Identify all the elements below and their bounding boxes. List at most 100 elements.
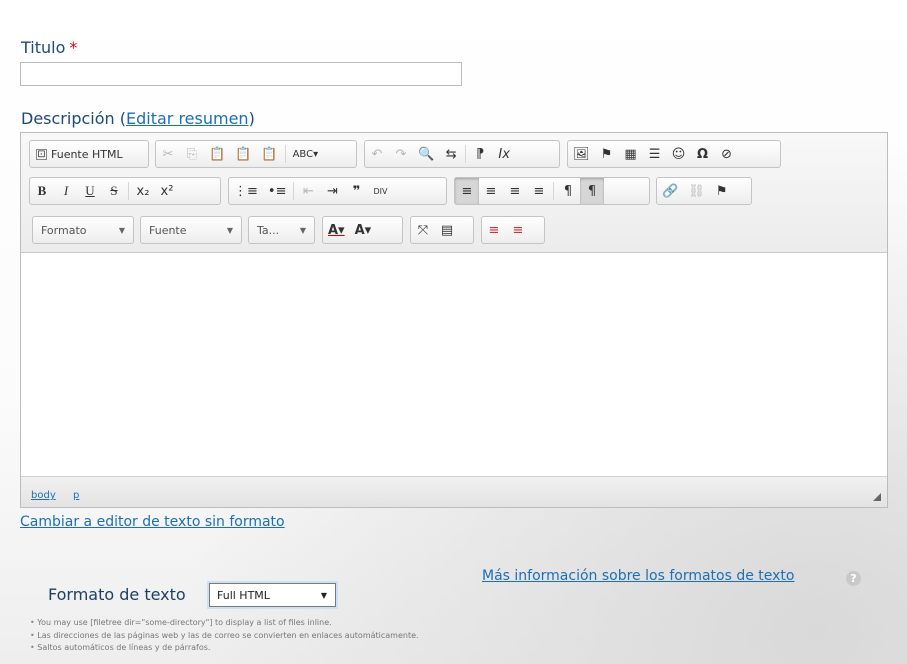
- superscript-icon[interactable]: x²: [155, 178, 179, 204]
- source-group: ⊡ Fuente HTML: [29, 140, 149, 168]
- horizontal-rule-icon[interactable]: ☰: [643, 141, 667, 167]
- insert-group: 🖼 ⚑ ▦ ☰ ☺ Ω ⊘: [567, 140, 781, 168]
- table-icon[interactable]: ▦: [619, 141, 643, 167]
- list-item: You may use [filetree dir="some-director…: [30, 617, 419, 630]
- format-painter-icon[interactable]: ⁋: [468, 141, 492, 167]
- bold-icon: B: [37, 183, 47, 198]
- spellcheck-icon[interactable]: ABC▾: [288, 141, 324, 167]
- align-right-icon[interactable]: ≡: [503, 178, 527, 204]
- list-item: Saltos automáticos de líneas y de párraf…: [30, 642, 419, 655]
- iframe-icon[interactable]: ⊘: [715, 141, 739, 167]
- bold-button[interactable]: B: [30, 178, 54, 204]
- path-body-link[interactable]: body: [31, 490, 56, 501]
- tools-group: ⤧ ▤: [410, 216, 474, 244]
- source-html-label: Fuente HTML: [51, 147, 123, 161]
- font-combo[interactable]: Fuente ▼: [140, 216, 242, 244]
- help-icon[interactable]: ?: [846, 571, 861, 586]
- path-p-link[interactable]: p: [73, 490, 79, 501]
- text-wrap-icon[interactable]: ≡: [506, 217, 530, 243]
- special-char-icon[interactable]: Ω: [691, 141, 715, 167]
- underline-icon: U: [85, 183, 95, 198]
- source-html-button[interactable]: ⊡ Fuente HTML: [30, 141, 129, 167]
- color-group: A▾ A▾: [322, 216, 403, 244]
- numbered-list-icon[interactable]: ⋮≡: [229, 178, 263, 204]
- font-combo-label: Fuente: [149, 223, 187, 237]
- text-format-label: Formato de texto: [48, 585, 186, 604]
- separator: [128, 182, 129, 200]
- ltr-icon[interactable]: ¶: [556, 178, 580, 204]
- required-mark: *: [69, 38, 78, 57]
- more-info-formats-link[interactable]: Más información sobre los formatos de te…: [482, 568, 794, 584]
- format-combo[interactable]: Formato ▼: [32, 216, 134, 244]
- description-label-text: Descripción (: [21, 109, 126, 128]
- align-center-icon[interactable]: ≡: [479, 178, 503, 204]
- paste-icon[interactable]: 📋: [204, 141, 230, 167]
- title-label: Titulo *: [21, 38, 77, 57]
- show-blocks-icon[interactable]: ▤: [435, 217, 459, 243]
- copy-icon[interactable]: ⎘: [180, 141, 204, 167]
- outdent-icon[interactable]: ⇤: [296, 178, 320, 204]
- editor-toolbar: ⊡ Fuente HTML ✂ ⎘ 📋 📋 📋 ABC▾ ↶ ↷ 🔍 ⇆ ⁋ Ix…: [21, 133, 887, 253]
- separator: [553, 182, 554, 200]
- align-left-icon[interactable]: ≡: [455, 178, 479, 204]
- anchor-icon[interactable]: ⚑: [710, 178, 734, 204]
- size-combo[interactable]: Ta... ▼: [248, 216, 315, 244]
- clipboard-group: ✂ ⎘ 📋 📋 📋 ABC▾: [155, 140, 357, 168]
- text-color-button[interactable]: A▾: [323, 217, 350, 243]
- editor-content-area[interactable]: [21, 254, 887, 476]
- image-icon[interactable]: 🖼: [568, 141, 595, 167]
- italic-button[interactable]: I: [54, 178, 78, 204]
- underline-button[interactable]: U: [78, 178, 102, 204]
- link-icon[interactable]: 🔗: [657, 178, 683, 204]
- indent-icon[interactable]: ⇥: [320, 178, 344, 204]
- maximize-icon[interactable]: ⤧: [411, 217, 435, 243]
- flash-icon[interactable]: ⚑: [595, 141, 619, 167]
- paste-text-icon[interactable]: 📋: [230, 141, 256, 167]
- size-combo-label: Ta...: [257, 223, 280, 237]
- div-container-icon[interactable]: DIV: [368, 178, 392, 204]
- subscript-icon[interactable]: x₂: [131, 178, 155, 204]
- cut-icon[interactable]: ✂: [156, 141, 180, 167]
- title-label-text: Titulo: [21, 38, 66, 57]
- blockquote-icon[interactable]: ❞: [344, 178, 368, 204]
- strike-icon: S: [110, 183, 118, 198]
- undo-icon[interactable]: ↶: [365, 141, 389, 167]
- redo-icon[interactable]: ↷: [389, 141, 413, 167]
- text-format-selected: Full HTML: [217, 588, 270, 602]
- description-label: Descripción (Editar resumen): [21, 109, 255, 128]
- edit-summary-link[interactable]: Editar resumen: [126, 109, 249, 128]
- unlink-icon[interactable]: ⛓: [683, 178, 710, 204]
- chevron-down-icon: ▼: [320, 590, 327, 600]
- editor-statusbar: body p: [21, 476, 887, 507]
- strike-button[interactable]: S: [102, 178, 126, 204]
- resize-handle[interactable]: [873, 493, 881, 501]
- description-label-end: ): [248, 109, 255, 128]
- smiley-icon[interactable]: ☺: [667, 141, 691, 167]
- separator: [293, 182, 295, 200]
- text-line-icon[interactable]: ≡: [482, 217, 506, 243]
- bg-color-button[interactable]: A▾: [350, 217, 377, 243]
- align-justify-icon[interactable]: ≡: [527, 178, 551, 204]
- align-group: ≡ ≡ ≡ ≡ ¶ ¶: [454, 177, 650, 205]
- separator: [465, 145, 467, 163]
- find-icon[interactable]: 🔍: [413, 141, 439, 167]
- rich-text-editor: ⊡ Fuente HTML ✂ ⎘ 📋 📋 📋 ABC▾ ↶ ↷ 🔍 ⇆ ⁋ Ix…: [20, 132, 888, 508]
- title-input[interactable]: [20, 62, 462, 86]
- edit-group: ↶ ↷ 🔍 ⇆ ⁋ Ix: [364, 140, 560, 168]
- bulleted-list-icon[interactable]: •≡: [263, 178, 292, 204]
- chevron-down-icon: ▼: [118, 225, 125, 235]
- remove-format-icon[interactable]: Ix: [492, 141, 516, 167]
- switch-editor-link[interactable]: Cambiar a editor de texto sin formato: [20, 514, 285, 530]
- paste-word-icon[interactable]: 📋: [256, 141, 282, 167]
- chevron-down-icon: ▼: [226, 225, 233, 235]
- italic-icon: I: [63, 183, 69, 198]
- text-format-select[interactable]: Full HTML ▼: [209, 583, 336, 607]
- basic-styles-group: B I U S x₂ x²: [29, 177, 221, 205]
- misc-group: ≡ ≡: [481, 216, 545, 244]
- replace-icon[interactable]: ⇆: [439, 141, 463, 167]
- separator: [284, 145, 286, 163]
- format-tips-list: You may use [filetree dir="some-director…: [30, 617, 419, 655]
- source-icon: ⊡: [36, 148, 47, 160]
- rtl-icon[interactable]: ¶: [580, 178, 604, 204]
- format-combo-label: Formato: [41, 223, 87, 237]
